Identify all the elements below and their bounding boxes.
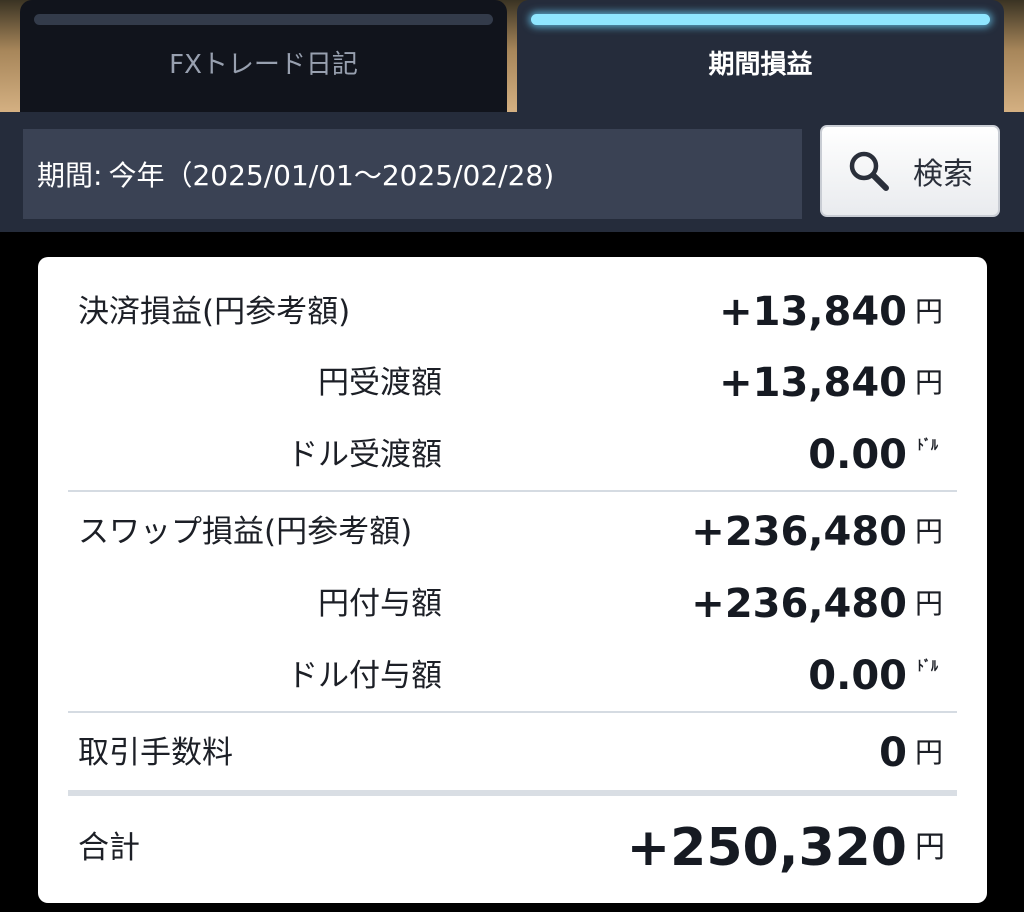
- yen-granted-row: 円付与額 +236,480 円: [38, 574, 987, 634]
- row-value: +236,480: [691, 581, 907, 627]
- row-value: 0.00: [808, 653, 907, 699]
- row-value: 0: [879, 730, 907, 776]
- filter-bar: 期間: 今年（2025/01/01〜2025/02/28) 検索: [0, 112, 1024, 232]
- row-label: 円付与額: [318, 586, 442, 622]
- total-divider: [68, 790, 957, 796]
- row-value: +236,480: [691, 509, 907, 555]
- tab-label: FXトレード日記: [169, 50, 358, 80]
- row-value: 0.00: [808, 432, 907, 478]
- settlement-pnl-row: 決済損益(円参考額) +13,840 円: [38, 282, 987, 342]
- row-unit: ﾄﾞﾙ: [917, 438, 938, 454]
- row-unit: 円: [915, 736, 944, 769]
- tab-label: 期間損益: [708, 50, 813, 80]
- summary-card: 決済損益(円参考額) +13,840 円 円受渡額 +13,840 円 ドル受渡…: [38, 257, 987, 903]
- search-button[interactable]: 検索: [820, 125, 1000, 217]
- row-value: +13,840: [719, 289, 907, 335]
- row-unit: 円: [915, 366, 944, 399]
- period-value: 今年（2025/01/01〜2025/02/28): [108, 159, 555, 192]
- tab-fx-trade-diary[interactable]: FXトレード日記: [20, 0, 507, 112]
- trading-fee-row: 取引手数料 0 円: [38, 723, 987, 783]
- dollar-granted-row: ドル付与額 0.00 ﾄﾞﾙ: [38, 646, 987, 706]
- search-icon: [847, 149, 891, 193]
- row-label: 合計: [78, 830, 140, 866]
- row-unit: 円: [915, 830, 945, 865]
- tab-indicator-active: [531, 14, 990, 25]
- search-label: 検索: [913, 157, 973, 192]
- row-unit: ﾄﾞﾙ: [917, 659, 938, 675]
- tab-bar: FXトレード日記 期間損益: [0, 0, 1024, 112]
- row-label: ドル付与額: [287, 658, 442, 694]
- row-unit: 円: [915, 587, 944, 620]
- dollar-received-row: ドル受渡額 0.00 ﾄﾞﾙ: [38, 425, 987, 485]
- row-label: 取引手数料: [78, 735, 233, 771]
- row-unit: 円: [915, 295, 944, 328]
- period-label: 期間:: [37, 159, 103, 192]
- tab-indicator: [34, 14, 493, 25]
- row-value: +13,840: [719, 360, 907, 406]
- total-value: +250,320: [626, 818, 907, 878]
- swap-pnl-row: スワップ損益(円参考額) +236,480 円: [38, 502, 987, 562]
- row-label: 円受渡額: [318, 365, 442, 401]
- divider: [68, 490, 957, 492]
- row-label: スワップ損益(円参考額): [78, 514, 413, 550]
- tab-period-pnl[interactable]: 期間損益: [517, 0, 1004, 112]
- total-row: 合計 +250,320 円: [38, 818, 987, 878]
- divider: [68, 711, 957, 713]
- row-unit: 円: [915, 515, 944, 548]
- yen-received-row: 円受渡額 +13,840 円: [38, 353, 987, 413]
- row-label: 決済損益(円参考額): [78, 294, 351, 330]
- row-label: ドル受渡額: [287, 437, 442, 473]
- period-selector[interactable]: 期間: 今年（2025/01/01〜2025/02/28): [23, 129, 802, 219]
